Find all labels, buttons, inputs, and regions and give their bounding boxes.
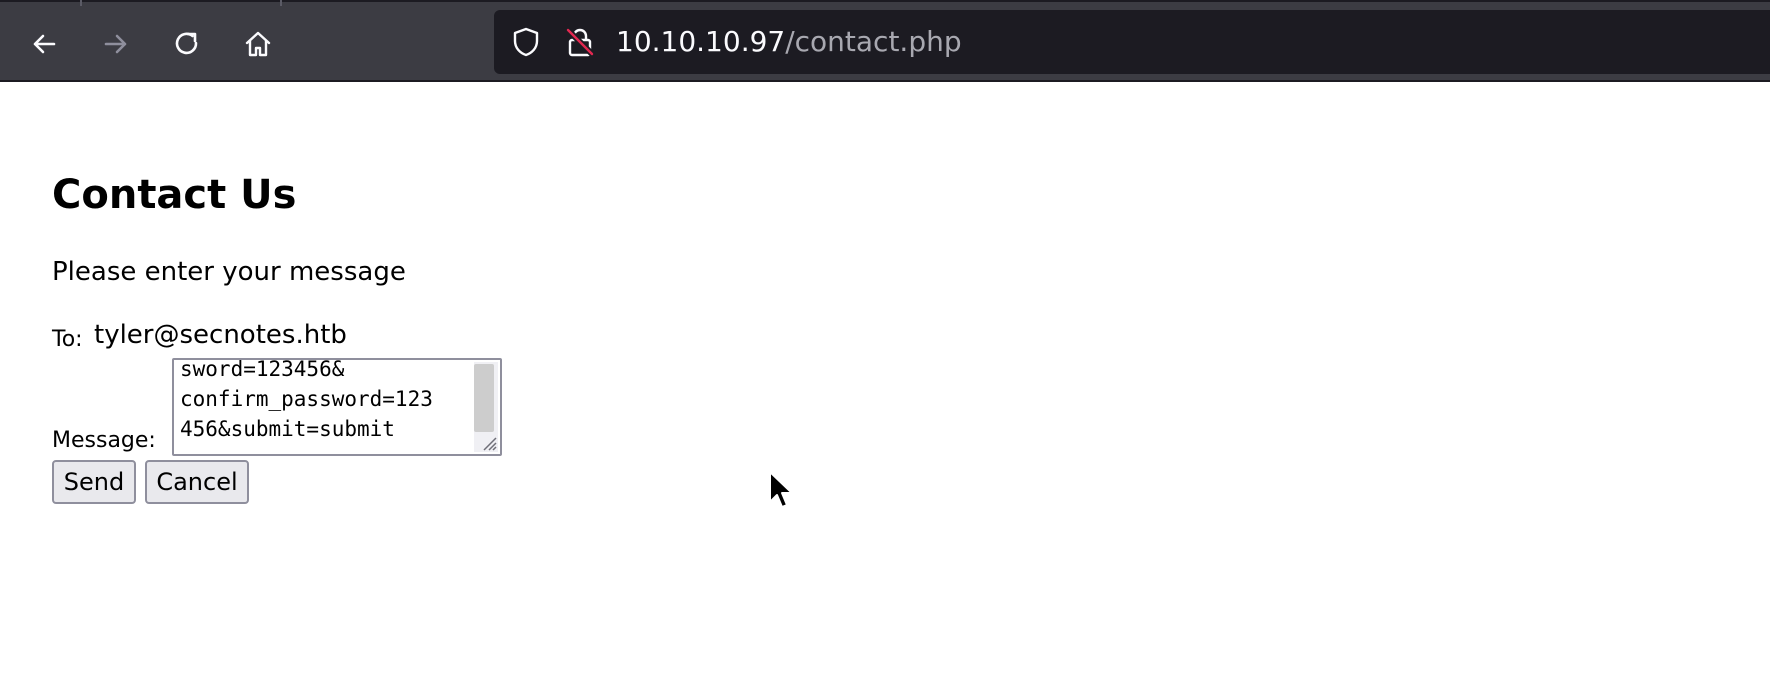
home-icon	[245, 31, 271, 57]
back-arrow-icon	[33, 34, 56, 54]
tab-strip-edge	[0, 0, 1770, 2]
message-label: Message:	[52, 428, 156, 453]
url-path: /contact.php	[785, 25, 962, 58]
forward-button[interactable]	[94, 22, 138, 66]
home-button[interactable]	[236, 22, 280, 66]
cancel-button[interactable]: Cancel	[145, 460, 249, 504]
tab-separator	[80, 0, 82, 6]
page-title: Contact Us	[52, 172, 297, 218]
url-host: 10.10.10.97	[616, 25, 786, 58]
to-recipient: tyler@secnotes.htb	[94, 320, 347, 350]
browser-toolbar: 10.10.10.97/contact.php	[0, 0, 1770, 82]
reload-button[interactable]	[165, 22, 209, 66]
url-text[interactable]: 10.10.10.97/contact.php	[616, 10, 962, 74]
send-button[interactable]: Send	[52, 460, 136, 504]
back-button[interactable]	[22, 22, 66, 66]
tab-separator	[280, 0, 282, 6]
to-label: To:	[52, 327, 83, 352]
address-bar[interactable]: 10.10.10.97/contact.php	[494, 10, 1770, 74]
page-content: Contact Us Please enter your message To:…	[52, 82, 1770, 688]
resize-grip-icon[interactable]	[478, 432, 498, 452]
mouse-cursor-icon	[769, 471, 793, 508]
reload-icon	[175, 32, 198, 55]
forward-arrow-icon	[104, 34, 127, 54]
message-text: sword=123456& confirm_password=123 456&s…	[180, 358, 433, 441]
message-scroll-thumb[interactable]	[474, 364, 494, 432]
shield-icon[interactable]	[510, 26, 542, 58]
insecure-lock-icon[interactable]	[564, 26, 596, 58]
message-textarea[interactable]: sword=123456& confirm_password=123 456&s…	[172, 358, 502, 456]
intro-text: Please enter your message	[52, 257, 406, 287]
